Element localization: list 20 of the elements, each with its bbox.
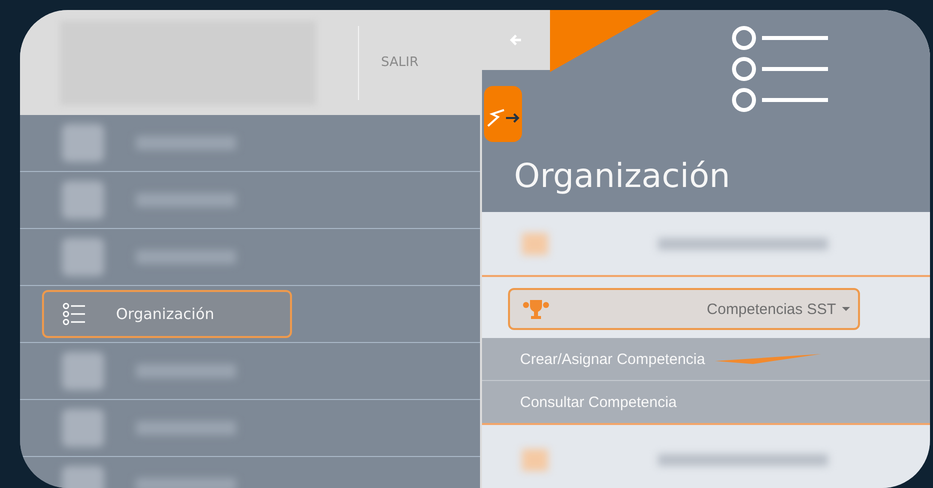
blurred-icon [62,238,104,276]
logo-icon [484,86,522,142]
list-icon [730,24,830,114]
page-title: Organización [514,156,732,195]
list-icon [62,302,88,326]
blurred-icon [62,124,104,162]
back-arrow-icon [509,33,523,47]
exit-link[interactable]: SALIR [381,55,418,70]
submenu-item[interactable]: Consultar Competencia [520,394,677,410]
trophy-icon [522,297,550,321]
blurred-icon [522,449,548,471]
blurred-icon [62,352,104,390]
blurred-icon [522,232,548,254]
dropdown-button[interactable]: Competencias SST [508,288,860,330]
caret-icon [842,307,850,311]
blurred-icon [62,181,104,219]
blurred-icon [62,409,104,447]
menu-item[interactable]: Organización [42,290,292,338]
back-button[interactable] [482,10,550,70]
submenu-item[interactable]: Crear/Asignar Competencia [520,350,706,368]
